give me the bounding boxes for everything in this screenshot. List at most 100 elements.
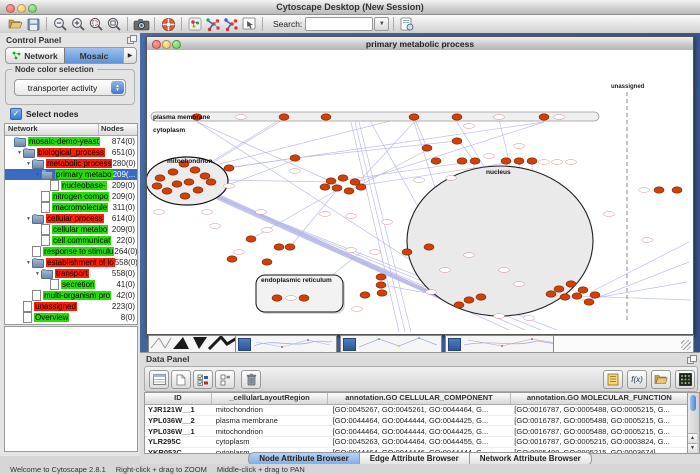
tree-row[interactable]: cellular metabo209(0) <box>5 224 137 235</box>
network-node[interactable] <box>274 244 284 250</box>
tree-row[interactable]: ▼biological_process651(0) <box>5 147 137 158</box>
select-nodes-checkbox[interactable]: ✓ <box>10 108 22 120</box>
network-window-titlebar[interactable]: primary metabolic process <box>147 37 693 51</box>
network-node[interactable] <box>424 244 434 250</box>
tree-row[interactable]: ▼cellular process614(0) <box>5 213 137 224</box>
network-node[interactable] <box>560 294 570 300</box>
float-panel-icon[interactable] <box>127 35 136 43</box>
network-node[interactable] <box>501 158 511 164</box>
network-node[interactable] <box>409 114 419 120</box>
network-node[interactable] <box>193 187 203 193</box>
network-node[interactable] <box>321 114 331 120</box>
float-data-panel-icon[interactable] <box>687 355 696 363</box>
vizmapper-icon[interactable] <box>186 16 204 32</box>
network-node[interactable] <box>290 155 300 161</box>
table-row[interactable]: YJR121W__1mitochondrion[GO:0045267, GO:0… <box>145 405 689 416</box>
tree-row[interactable]: secretion41(0) <box>5 279 137 290</box>
more-tabs-arrow-icon[interactable]: ▶ <box>123 48 136 63</box>
unselect-attributes-icon[interactable] <box>215 370 235 389</box>
network-node[interactable] <box>457 158 467 164</box>
table-row[interactable]: YPL036W__2plasma membrane[GO:0044464, GO… <box>145 416 689 427</box>
network-node[interactable] <box>246 236 256 242</box>
tree-row[interactable]: mosaic-demo-yeast874(0) <box>5 136 137 147</box>
table-scrollbar[interactable]: ▲ ▼ <box>687 392 700 454</box>
network-node[interactable] <box>338 175 348 181</box>
birdseye-view-panel[interactable] <box>4 326 138 452</box>
table-row[interactable]: YPL036W__1mitochondrion[GO:0044464, GO:0… <box>145 426 689 437</box>
network-node[interactable] <box>572 293 582 299</box>
network-node[interactable] <box>272 295 282 301</box>
network-node[interactable] <box>377 290 387 296</box>
network-node[interactable] <box>422 145 432 151</box>
search-advanced-icon[interactable] <box>398 16 416 32</box>
network-node[interactable] <box>206 179 216 185</box>
network-view-window[interactable]: primary metabolic process <box>146 36 694 335</box>
network-graph[interactable]: plasma membrane cytoplasm mitochondrion … <box>147 50 693 333</box>
network-node[interactable] <box>402 249 412 255</box>
tree-row[interactable]: ▼transport558(0) <box>5 268 137 279</box>
network-node[interactable] <box>262 259 272 265</box>
network-node[interactable] <box>452 138 462 144</box>
network-node[interactable] <box>285 244 295 250</box>
network-node[interactable] <box>539 114 549 120</box>
tree-row[interactable]: ▼metabolic process280(0) <box>5 158 137 169</box>
network-node[interactable] <box>376 282 386 288</box>
network-node[interactable] <box>190 167 200 173</box>
network-node[interactable] <box>470 158 480 164</box>
new-page-icon[interactable] <box>171 370 191 389</box>
expand-arrow-icon[interactable]: ▼ <box>25 161 32 167</box>
network-node[interactable] <box>155 175 165 181</box>
zoom-out-icon[interactable] <box>51 16 69 32</box>
expand-arrow-icon[interactable]: ▼ <box>25 260 32 266</box>
layout-icon-2[interactable] <box>222 16 240 32</box>
network-node[interactable] <box>554 286 564 292</box>
network-node[interactable] <box>514 158 524 164</box>
save-session-icon[interactable] <box>24 16 42 32</box>
expand-arrow-icon[interactable]: ▼ <box>16 150 23 156</box>
tree-row[interactable]: nitrogen compo209(0) <box>5 191 137 202</box>
network-node[interactable] <box>332 185 342 191</box>
network-node[interactable] <box>360 292 370 298</box>
tree-row[interactable]: cell communicat22(0) <box>5 235 137 246</box>
function-builder-icon[interactable]: f(x) <box>627 370 647 389</box>
zoom-selected-icon[interactable] <box>87 16 105 32</box>
tree-row[interactable]: nucleobase-209(0) <box>5 180 137 191</box>
network-node[interactable] <box>476 294 486 300</box>
network-node[interactable] <box>566 281 576 287</box>
network-node[interactable] <box>180 193 190 199</box>
select-attributes-icon[interactable] <box>193 370 213 389</box>
tree-row[interactable]: ▼establishment of lo558(0) <box>5 257 137 268</box>
network-node[interactable] <box>299 295 309 301</box>
tree-row[interactable]: ▼primary metabo209(... <box>5 169 137 180</box>
scroll-up-icon[interactable]: ▲ <box>688 433 697 443</box>
network-node[interactable] <box>200 173 210 179</box>
network-node[interactable] <box>320 184 330 190</box>
network-node[interactable] <box>590 292 600 298</box>
network-node[interactable] <box>172 181 182 187</box>
tab-network[interactable]: Network <box>6 48 64 63</box>
node-color-attribute-select[interactable]: transporter activity ▲▼ <box>14 79 126 96</box>
search-input[interactable] <box>305 17 373 31</box>
tree-row[interactable]: macromolecule311(0) <box>5 202 137 213</box>
tree-column-network[interactable]: Network <box>5 124 99 135</box>
attribute-table-icon[interactable] <box>149 370 169 389</box>
import-folder-icon[interactable] <box>651 370 671 389</box>
network-node[interactable] <box>452 114 462 120</box>
expand-arrow-icon[interactable]: ▼ <box>34 172 41 178</box>
tab-mosaic[interactable]: Mosaic <box>64 48 123 63</box>
layout-icon-1[interactable] <box>204 16 222 32</box>
plasma-membrane-region[interactable] <box>151 112 599 121</box>
search-dropdown-arrow-icon[interactable]: ▼ <box>374 17 389 31</box>
resize-grip-icon[interactable] <box>679 338 691 350</box>
network-node[interactable] <box>578 287 588 293</box>
attribute-panel-icon[interactable] <box>603 370 623 389</box>
table-row[interactable]: YLR295Ccytoplasm[GO:0045263, GO:0044464,… <box>145 437 689 448</box>
background-window-3[interactable] <box>340 335 442 353</box>
network-node[interactable] <box>227 256 237 262</box>
tree-row[interactable]: Overview8(0) <box>5 312 137 323</box>
tree-column-nodes[interactable]: Nodes <box>99 124 137 135</box>
network-node[interactable] <box>326 178 336 184</box>
network-node[interactable] <box>584 299 594 305</box>
open-file-icon[interactable] <box>6 16 24 32</box>
network-node[interactable] <box>672 187 682 193</box>
